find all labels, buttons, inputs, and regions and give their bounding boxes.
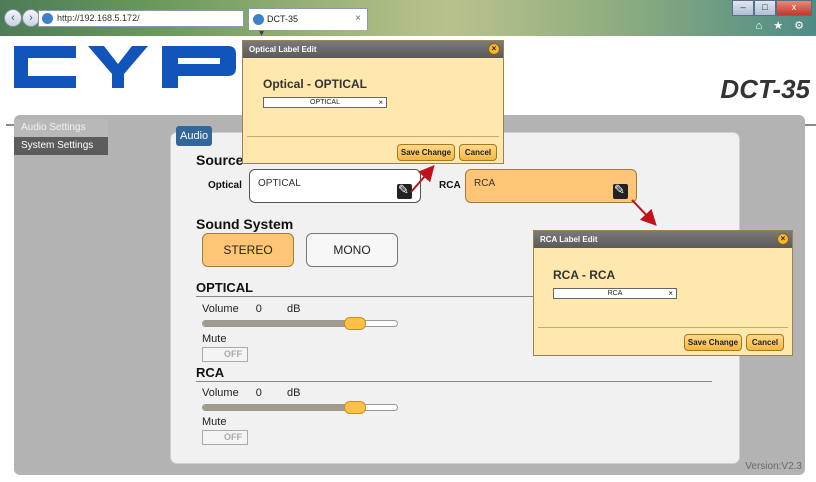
window-close-button[interactable]: x: [776, 0, 812, 16]
rca-dialog-title: RCA Label Edit: [540, 235, 598, 244]
tab-close-icon[interactable]: ×: [355, 9, 361, 29]
optical-volume-label: Volume: [202, 303, 239, 315]
optical-volume-handle[interactable]: [344, 317, 367, 330]
optical-source-box[interactable]: OPTICAL: [249, 169, 421, 203]
optical-volume-unit: dB: [286, 303, 301, 315]
optical-volume-value: 0: [255, 303, 262, 315]
globe-icon: [42, 13, 53, 24]
mono-button[interactable]: MONO: [306, 233, 398, 267]
rca-volume-unit: dB: [286, 387, 301, 399]
address-url: http://192.168.5.172/: [57, 13, 140, 23]
rca-volume-label: Volume: [202, 387, 239, 399]
home-favorites-settings-icons[interactable]: ⌂ ★ ⚙: [756, 19, 808, 32]
optical-label-input[interactable]: OPTICAL ×: [263, 97, 387, 108]
optical-mute-label: Mute: [202, 333, 227, 345]
rca-group-divider: [196, 381, 712, 382]
optical-group-title: OPTICAL: [196, 280, 254, 295]
rca-edit-icon[interactable]: [613, 181, 628, 199]
rca-dialog-titlebar: RCA Label Edit ×: [534, 231, 792, 248]
sidebar-item-system-settings[interactable]: System Settings: [14, 137, 108, 155]
rca-mute-toggle[interactable]: OFF: [202, 430, 248, 445]
optical-dialog-titlebar: Optical Label Edit ×: [243, 41, 503, 58]
rca-save-change-button[interactable]: Save Change: [684, 334, 742, 351]
optical-cancel-button[interactable]: Cancel: [459, 144, 497, 161]
sidebar-item-audio-settings[interactable]: Audio Settings: [14, 119, 108, 137]
rca-dialog-close-icon[interactable]: ×: [777, 233, 789, 245]
tab-title: DCT-35: [267, 14, 299, 24]
audio-section-tab: Audio: [176, 126, 213, 146]
rca-volume-value: 0: [255, 387, 262, 399]
optical-save-change-button[interactable]: Save Change: [397, 144, 455, 161]
rca-source-value: RCA: [474, 178, 496, 189]
model-name: DCT-35: [720, 74, 810, 104]
optical-volume-fill: [203, 321, 359, 326]
source-title: Source: [196, 152, 244, 168]
rca-group-title: RCA: [196, 365, 225, 380]
rca-cancel-button[interactable]: Cancel: [746, 334, 784, 351]
rca-input-clear-icon[interactable]: ×: [668, 289, 673, 298]
rca-source-box[interactable]: RCA: [465, 169, 637, 203]
back-button[interactable]: ‹: [4, 9, 22, 27]
rca-label-input-value: RCA: [607, 290, 623, 297]
maximize-button[interactable]: □: [754, 0, 776, 16]
address-bar[interactable]: http://192.168.5.172/ ρ ▾ ↻: [38, 10, 267, 54]
optical-mute-toggle[interactable]: OFF: [202, 347, 248, 362]
minimize-button[interactable]: –: [732, 0, 754, 16]
rca-volume-fill: [203, 405, 359, 410]
rca-dialog-divider: [538, 327, 788, 328]
optical-edit-icon[interactable]: [397, 181, 412, 199]
rca-source-label: RCA: [439, 180, 461, 191]
sound-system-title: Sound System: [196, 216, 294, 232]
optical-volume-row: Volume 0 dB: [202, 303, 300, 315]
rca-volume-slider[interactable]: [202, 401, 398, 414]
rca-mute-label: Mute: [202, 416, 227, 428]
version-label: Version:V2.3: [745, 461, 802, 472]
tab-favicon-icon: [253, 14, 264, 25]
optical-volume-slider[interactable]: [202, 317, 398, 330]
optical-dialog-heading: Optical - OPTICAL: [263, 77, 368, 91]
optical-label-edit-dialog: Optical Label Edit × Optical - OPTICAL O…: [242, 40, 504, 164]
rca-volume-handle[interactable]: [344, 401, 367, 414]
browser-chrome: ‹ › http://192.168.5.172/ ρ ▾ ↻ DCT-35 ×…: [0, 0, 816, 54]
optical-input-clear-icon[interactable]: ×: [378, 98, 383, 107]
window-controls: – □ x: [732, 0, 812, 16]
rca-label-input[interactable]: RCA ×: [553, 288, 677, 299]
optical-source-value: OPTICAL: [258, 178, 301, 189]
stereo-button[interactable]: STEREO: [202, 233, 294, 267]
rca-dialog-heading: RCA - RCA: [553, 268, 616, 282]
optical-dialog-close-icon[interactable]: ×: [488, 43, 500, 55]
browser-tab[interactable]: DCT-35 ×: [248, 8, 368, 30]
optical-label-input-value: OPTICAL: [310, 99, 340, 106]
rca-label-edit-dialog: RCA Label Edit × RCA - RCA RCA × Save Ch…: [533, 230, 793, 356]
rca-volume-row: Volume 0 dB: [202, 387, 300, 399]
cyp-logo: [14, 46, 236, 88]
optical-dialog-divider: [247, 136, 499, 137]
optical-source-label: Optical: [208, 180, 242, 191]
optical-dialog-title: Optical Label Edit: [249, 45, 317, 54]
